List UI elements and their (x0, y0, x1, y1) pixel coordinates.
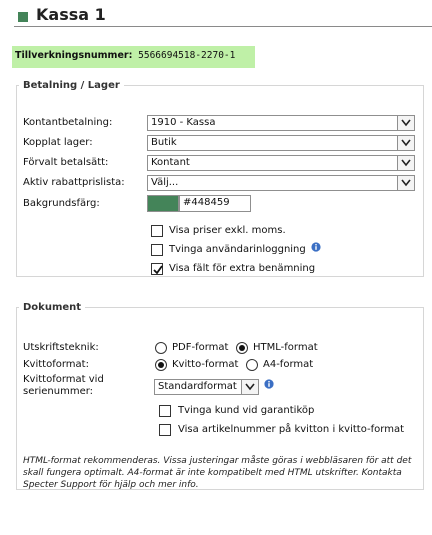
show-extra-name-field-checkbox[interactable] (151, 263, 163, 275)
linked-stock-select[interactable]: Butik (147, 135, 415, 151)
show-article-number-checkbox[interactable] (159, 424, 171, 436)
document-section: Dokument Utskriftsteknik: PDF-format HTM… (16, 302, 424, 490)
background-color-label: Bakgrundsfärg: (23, 198, 100, 209)
serial-receipt-value: Standardformat (158, 381, 237, 392)
serial-number-label: Tillverkningsnummer: (15, 50, 133, 61)
force-user-login-label: Tvinga användarinloggning (169, 244, 306, 255)
a4-format-label: A4-format (263, 359, 314, 370)
cash-payment-value: 1910 - Kassa (151, 117, 216, 128)
show-article-number-label: Visa artikelnummer på kvitton i kvitto-f… (178, 424, 405, 435)
serial-receipt-select[interactable]: Standardformat (154, 379, 259, 395)
show-prices-excl-vat-label: Visa priser exkl. moms. (169, 225, 286, 236)
payment-stock-legend: Betalning / Lager (23, 80, 120, 91)
receipt-format-option-label: Kvitto-format (172, 359, 239, 370)
checkmark-icon (153, 265, 163, 275)
chevron-down-icon (397, 136, 414, 150)
linked-stock-value: Butik (151, 137, 177, 148)
payment-stock-section: Betalning / Lager Kontantbetalning: 1910… (16, 80, 424, 277)
linked-stock-label: Kopplat lager: (23, 137, 93, 148)
force-customer-warranty-checkbox[interactable] (159, 405, 171, 417)
page-title: Kassa 1 (36, 5, 106, 24)
cash-payment-label: Kontantbetalning: (23, 117, 113, 128)
pdf-format-label: PDF-format (172, 342, 229, 353)
document-legend: Dokument (23, 302, 82, 313)
print-tech-label: Utskriftsteknik: (23, 342, 99, 353)
cash-payment-select[interactable]: 1910 - Kassa (147, 115, 415, 131)
title-marker-icon (18, 12, 28, 22)
chevron-down-icon (241, 380, 258, 394)
discount-list-label: Aktiv rabattprislista: (23, 177, 125, 188)
serial-receipt-label-line2: serienummer: (23, 386, 94, 397)
default-method-value: Kontant (151, 157, 190, 168)
show-prices-excl-vat-checkbox[interactable] (151, 225, 163, 237)
receipt-format-radio[interactable] (155, 359, 167, 371)
pdf-format-radio[interactable] (155, 342, 167, 354)
receipt-format-label: Kvittoformat: (23, 359, 89, 370)
chevron-down-icon (397, 116, 414, 130)
color-swatch[interactable] (147, 195, 179, 212)
default-method-label: Förvalt betalsätt: (23, 157, 109, 168)
default-method-select[interactable]: Kontant (147, 155, 415, 171)
html-format-label: HTML-format (253, 342, 318, 353)
format-info-note: HTML-format rekommenderas. Vissa justeri… (23, 456, 412, 490)
info-icon[interactable] (264, 379, 274, 389)
chevron-down-icon (397, 156, 414, 170)
page-header: Kassa 1 (14, 5, 432, 27)
force-customer-warranty-label: Tvinga kund vid garantiköp (178, 405, 315, 416)
html-format-radio[interactable] (236, 342, 248, 354)
chevron-down-icon (397, 176, 414, 190)
background-color-input[interactable]: #448459 (179, 195, 251, 212)
force-user-login-checkbox[interactable] (151, 244, 163, 256)
a4-format-radio[interactable] (246, 359, 258, 371)
serial-number-banner: Tillverkningsnummer: 5566694518-2270-1 (12, 46, 255, 68)
discount-list-value: Välj... (151, 177, 179, 188)
serial-number-value: 5566694518-2270-1 (138, 50, 236, 61)
show-extra-name-field-label: Visa fält för extra benämning (169, 263, 316, 274)
discount-list-select[interactable]: Välj... (147, 175, 415, 191)
info-icon[interactable] (311, 242, 321, 252)
serial-receipt-label-line1: Kvittoformat vid (23, 374, 104, 385)
